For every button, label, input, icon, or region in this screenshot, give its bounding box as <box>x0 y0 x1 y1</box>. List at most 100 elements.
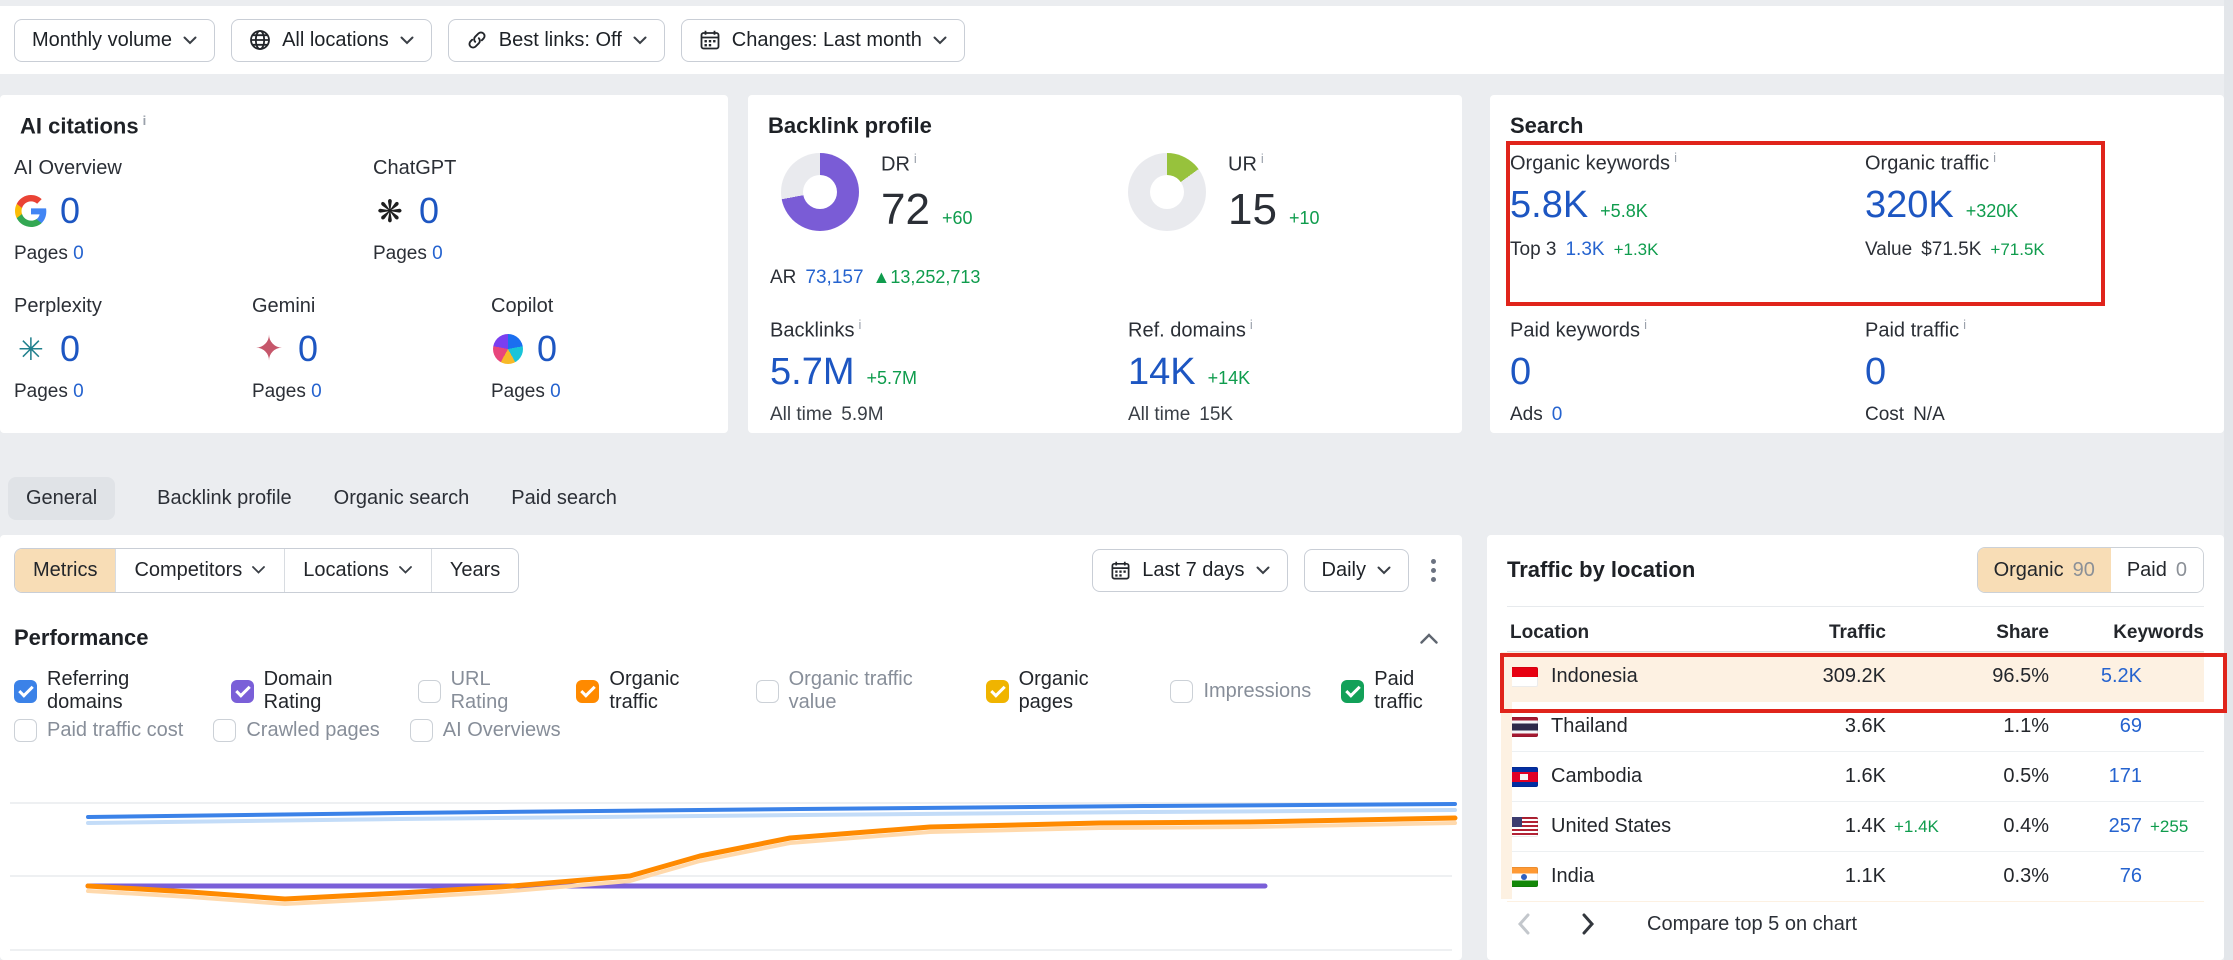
checkbox-box[interactable] <box>576 680 599 703</box>
date-range-dropdown[interactable]: Last 7 days <box>1092 549 1287 592</box>
checkbox-box[interactable] <box>1341 680 1364 703</box>
checkbox-impressions[interactable]: Impressions <box>1170 680 1311 703</box>
united-states-flag-icon <box>1510 817 1538 837</box>
granularity-dropdown[interactable]: Daily <box>1304 549 1409 592</box>
checkbox-box[interactable] <box>986 680 1009 703</box>
table-row-thailand[interactable]: Thailand 3.6K 1.1% 69 <box>1507 702 2204 752</box>
pagination-prev-icon[interactable] <box>1507 907 1541 941</box>
dr-donut-chart <box>781 153 859 231</box>
checkbox-domain-rating[interactable]: Domain Rating <box>231 668 388 714</box>
checkbox-crawled-pages[interactable]: Crawled pages <box>213 719 379 742</box>
organic-traffic-label[interactable]: Organic traffic <box>1865 150 2045 176</box>
best-links-dropdown[interactable]: Best links: Off <box>448 19 665 62</box>
column-keywords[interactable]: Keywords <box>2113 622 2204 644</box>
checkbox-paid-traffic[interactable]: Paid traffic <box>1341 668 1462 714</box>
backlinks-value[interactable]: 5.7M <box>770 351 854 394</box>
column-traffic[interactable]: Traffic <box>1829 622 1886 644</box>
table-row-india[interactable]: India 1.1K 0.3% 76 <box>1507 852 2204 902</box>
gemini-pages-link[interactable]: 0 <box>311 381 322 402</box>
view-segmented-control: Metrics Competitors Locations Years <box>14 548 519 593</box>
changes-dropdown[interactable]: Changes: Last month <box>681 19 965 62</box>
checkbox-organic-pages[interactable]: Organic pages <box>986 668 1141 714</box>
checkbox-box[interactable] <box>418 680 441 703</box>
segment-competitors[interactable]: Competitors <box>115 549 284 592</box>
chevron-down-icon <box>252 566 266 575</box>
paid-keywords-value[interactable]: 0 <box>1510 351 1531 394</box>
monthly-volume-dropdown[interactable]: Monthly volume <box>14 19 215 62</box>
segment-metrics[interactable]: Metrics <box>15 549 115 592</box>
toggle-organic[interactable]: Organic90 <box>1978 548 2111 592</box>
top3-label: Top 3 <box>1510 239 1556 261</box>
column-location[interactable]: Location <box>1507 622 1709 644</box>
perplexity-pages-link[interactable]: 0 <box>73 381 84 402</box>
organic-keywords-label[interactable]: Organic keywords <box>1510 150 1677 176</box>
paid-traffic-label[interactable]: Paid traffic <box>1865 317 1966 343</box>
checkbox-referring-domains[interactable]: Referring domains <box>14 668 201 714</box>
tab-paid-search[interactable]: Paid search <box>511 477 617 520</box>
date-range-label: Last 7 days <box>1142 559 1244 582</box>
checkbox-box[interactable] <box>213 719 236 742</box>
keywords-link[interactable]: 69 <box>2120 715 2142 738</box>
checkbox-box[interactable] <box>410 719 433 742</box>
checkbox-paid-traffic-cost[interactable]: Paid traffic cost <box>14 719 183 742</box>
ai-overview-pages-link[interactable]: 0 <box>73 243 84 264</box>
toggle-paid[interactable]: Paid0 <box>2111 548 2203 592</box>
value-label: Value <box>1865 239 1912 261</box>
checkbox-url-rating[interactable]: URL Rating <box>418 668 547 714</box>
keywords-link[interactable]: 257 <box>2109 815 2142 838</box>
tab-organic-search[interactable]: Organic search <box>334 477 470 520</box>
top-toolbar: Monthly volume All locations Best links:… <box>0 6 2224 74</box>
segment-years[interactable]: Years <box>431 549 518 592</box>
scrollbar-track[interactable] <box>2224 0 2233 960</box>
keywords-link[interactable]: 171 <box>2109 765 2142 788</box>
paid-traffic-value[interactable]: 0 <box>1865 351 1886 394</box>
chatgpt-pages-link[interactable]: 0 <box>432 243 443 264</box>
gemini-count[interactable]: 0 <box>298 328 318 370</box>
copilot-count[interactable]: 0 <box>537 328 557 370</box>
keywords-link[interactable]: 5.2K <box>2101 665 2142 688</box>
kebab-menu-icon[interactable] <box>1425 551 1442 590</box>
pagination-next-icon[interactable] <box>1571 907 1605 941</box>
calendar-icon <box>699 29 721 51</box>
organic-traffic-line-shadow <box>88 823 1455 904</box>
column-share[interactable]: Share <box>1944 622 2049 644</box>
ai-overview-count[interactable]: 0 <box>60 190 80 232</box>
dr-label[interactable]: DR <box>881 151 973 177</box>
keywords-link[interactable]: 76 <box>2120 865 2142 888</box>
organic-traffic-value[interactable]: 320K <box>1865 184 1954 227</box>
paid-keywords-label[interactable]: Paid keywords <box>1510 317 1647 343</box>
chevron-down-icon <box>933 36 947 45</box>
checkbox-box[interactable] <box>14 680 37 703</box>
cost-label: Cost <box>1865 404 1904 426</box>
checkbox-box[interactable] <box>231 680 254 703</box>
tab-backlink-profile[interactable]: Backlink profile <box>157 477 292 520</box>
ur-label[interactable]: UR <box>1228 151 1320 177</box>
checkbox-box[interactable] <box>756 680 779 703</box>
ur-value: 15 <box>1228 185 1277 235</box>
ads-value-link[interactable]: 0 <box>1552 404 1563 426</box>
checkbox-organic-traffic[interactable]: Organic traffic <box>576 668 725 714</box>
ref-domains-label[interactable]: Ref. domains <box>1128 317 1253 343</box>
ref-domains-value[interactable]: 14K <box>1128 351 1196 394</box>
chatgpt-count[interactable]: 0 <box>419 190 439 232</box>
ar-value-link[interactable]: 73,157 <box>805 267 863 289</box>
table-row-cambodia[interactable]: Cambodia 1.6K 0.5% 171 <box>1507 752 2204 802</box>
backlinks-label[interactable]: Backlinks <box>770 317 917 343</box>
checkbox-ai-overviews[interactable]: AI Overviews <box>410 719 561 742</box>
compare-top5-button[interactable]: Compare top 5 on chart <box>1647 913 1857 936</box>
copilot-pages-link[interactable]: 0 <box>550 381 561 402</box>
locations-label: All locations <box>282 29 389 52</box>
tab-general[interactable]: General <box>8 477 115 520</box>
locations-dropdown[interactable]: All locations <box>231 19 432 62</box>
checkbox-box[interactable] <box>14 719 37 742</box>
checkbox-box[interactable] <box>1170 680 1193 703</box>
table-row-indonesia[interactable]: Indonesia 309.2K 96.5% 5.2K <box>1507 652 2204 702</box>
perplexity-count[interactable]: 0 <box>60 328 80 370</box>
table-row-united-states[interactable]: United States 1.4K+1.4K 0.4% 257+255 <box>1507 802 2204 852</box>
organic-keywords-value[interactable]: 5.8K <box>1510 184 1588 227</box>
checkbox-organic-traffic-value[interactable]: Organic traffic value <box>756 668 956 714</box>
collapse-chevron-icon[interactable] <box>1420 627 1438 650</box>
segment-locations[interactable]: Locations <box>284 549 431 592</box>
ur-donut-chart <box>1128 153 1206 231</box>
top3-value-link[interactable]: 1.3K <box>1565 239 1604 261</box>
